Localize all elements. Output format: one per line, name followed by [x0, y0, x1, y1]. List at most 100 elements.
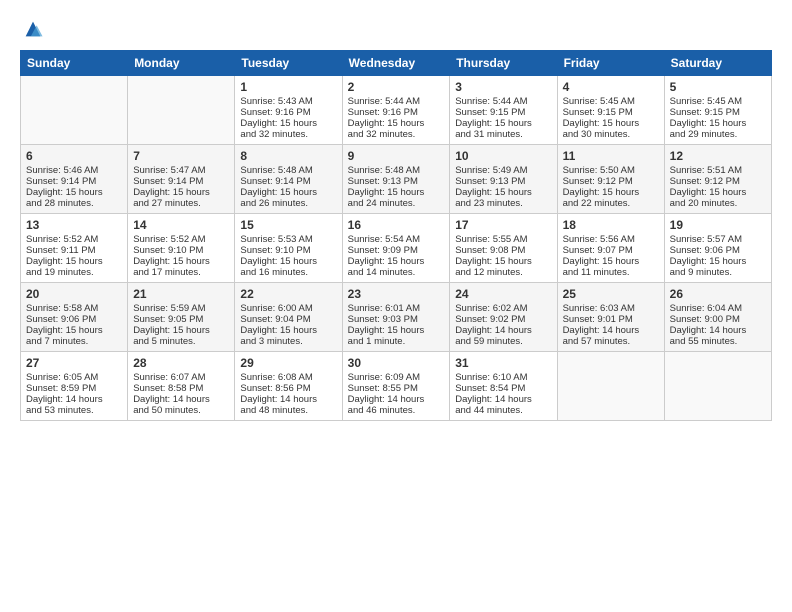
day-info: Daylight: 15 hours — [348, 118, 445, 129]
day-info: Sunrise: 6:10 AM — [455, 372, 551, 383]
day-info: Daylight: 15 hours — [455, 187, 551, 198]
day-number: 8 — [240, 149, 336, 163]
day-info: Sunset: 9:12 PM — [670, 176, 766, 187]
day-number: 6 — [26, 149, 122, 163]
day-cell: 13Sunrise: 5:52 AMSunset: 9:11 PMDayligh… — [21, 214, 128, 283]
day-cell: 27Sunrise: 6:05 AMSunset: 8:59 PMDayligh… — [21, 352, 128, 421]
day-info: and 44 minutes. — [455, 405, 551, 416]
day-info: Sunset: 9:14 PM — [133, 176, 229, 187]
day-cell — [557, 352, 664, 421]
day-info: Sunrise: 5:57 AM — [670, 234, 766, 245]
day-cell: 14Sunrise: 5:52 AMSunset: 9:10 PMDayligh… — [128, 214, 235, 283]
day-info: Sunrise: 5:48 AM — [348, 165, 445, 176]
day-cell: 5Sunrise: 5:45 AMSunset: 9:15 PMDaylight… — [664, 76, 771, 145]
day-number: 25 — [563, 287, 659, 301]
day-info: Sunrise: 6:00 AM — [240, 303, 336, 314]
day-info: Daylight: 15 hours — [26, 187, 122, 198]
day-info: Sunrise: 5:45 AM — [670, 96, 766, 107]
day-info: and 26 minutes. — [240, 198, 336, 209]
day-info: Sunset: 9:01 PM — [563, 314, 659, 325]
day-info: Sunrise: 5:58 AM — [26, 303, 122, 314]
day-cell: 10Sunrise: 5:49 AMSunset: 9:13 PMDayligh… — [450, 145, 557, 214]
day-number: 7 — [133, 149, 229, 163]
day-info: Sunrise: 5:59 AM — [133, 303, 229, 314]
day-number: 22 — [240, 287, 336, 301]
day-info: Sunset: 8:59 PM — [26, 383, 122, 394]
day-info: Sunset: 9:07 PM — [563, 245, 659, 256]
day-info: Daylight: 15 hours — [348, 256, 445, 267]
day-info: Daylight: 15 hours — [133, 187, 229, 198]
day-info: and 46 minutes. — [348, 405, 445, 416]
day-info: Sunset: 9:06 PM — [26, 314, 122, 325]
day-number: 15 — [240, 218, 336, 232]
day-info: Daylight: 15 hours — [670, 118, 766, 129]
day-cell: 3Sunrise: 5:44 AMSunset: 9:15 PMDaylight… — [450, 76, 557, 145]
day-info: Sunrise: 5:43 AM — [240, 96, 336, 107]
weekday-header-row: SundayMondayTuesdayWednesdayThursdayFrid… — [21, 51, 772, 76]
day-info: and 5 minutes. — [133, 336, 229, 347]
day-info: Sunrise: 5:52 AM — [26, 234, 122, 245]
day-number: 16 — [348, 218, 445, 232]
day-info: Daylight: 15 hours — [348, 325, 445, 336]
day-number: 19 — [670, 218, 766, 232]
day-info: and 30 minutes. — [563, 129, 659, 140]
day-info: Daylight: 15 hours — [240, 325, 336, 336]
day-info: Sunset: 9:16 PM — [240, 107, 336, 118]
day-cell: 4Sunrise: 5:45 AMSunset: 9:15 PMDaylight… — [557, 76, 664, 145]
day-cell: 19Sunrise: 5:57 AMSunset: 9:06 PMDayligh… — [664, 214, 771, 283]
day-cell: 24Sunrise: 6:02 AMSunset: 9:02 PMDayligh… — [450, 283, 557, 352]
day-info: and 29 minutes. — [670, 129, 766, 140]
week-row-4: 20Sunrise: 5:58 AMSunset: 9:06 PMDayligh… — [21, 283, 772, 352]
day-cell: 17Sunrise: 5:55 AMSunset: 9:08 PMDayligh… — [450, 214, 557, 283]
day-number: 4 — [563, 80, 659, 94]
day-info: Sunset: 9:09 PM — [348, 245, 445, 256]
day-info: and 3 minutes. — [240, 336, 336, 347]
day-info: Sunrise: 5:49 AM — [455, 165, 551, 176]
day-info: Daylight: 15 hours — [133, 256, 229, 267]
day-info: Sunset: 9:10 PM — [133, 245, 229, 256]
day-info: Sunset: 9:00 PM — [670, 314, 766, 325]
day-info: Daylight: 15 hours — [455, 118, 551, 129]
day-info: Daylight: 15 hours — [240, 256, 336, 267]
day-info: Daylight: 14 hours — [563, 325, 659, 336]
day-cell: 25Sunrise: 6:03 AMSunset: 9:01 PMDayligh… — [557, 283, 664, 352]
day-info: and 32 minutes. — [348, 129, 445, 140]
week-row-3: 13Sunrise: 5:52 AMSunset: 9:11 PMDayligh… — [21, 214, 772, 283]
day-info: Daylight: 15 hours — [455, 256, 551, 267]
day-cell: 22Sunrise: 6:00 AMSunset: 9:04 PMDayligh… — [235, 283, 342, 352]
day-info: Sunset: 8:58 PM — [133, 383, 229, 394]
day-cell: 26Sunrise: 6:04 AMSunset: 9:00 PMDayligh… — [664, 283, 771, 352]
day-cell: 23Sunrise: 6:01 AMSunset: 9:03 PMDayligh… — [342, 283, 450, 352]
day-cell: 16Sunrise: 5:54 AMSunset: 9:09 PMDayligh… — [342, 214, 450, 283]
day-number: 3 — [455, 80, 551, 94]
day-info: and 19 minutes. — [26, 267, 122, 278]
logo — [20, 18, 44, 40]
day-info: and 17 minutes. — [133, 267, 229, 278]
day-cell: 2Sunrise: 5:44 AMSunset: 9:16 PMDaylight… — [342, 76, 450, 145]
day-info: Sunrise: 5:44 AM — [455, 96, 551, 107]
day-info: and 12 minutes. — [455, 267, 551, 278]
day-info: and 20 minutes. — [670, 198, 766, 209]
weekday-wednesday: Wednesday — [342, 51, 450, 76]
day-number: 2 — [348, 80, 445, 94]
day-info: Sunrise: 6:04 AM — [670, 303, 766, 314]
day-number: 24 — [455, 287, 551, 301]
day-info: Sunrise: 5:52 AM — [133, 234, 229, 245]
day-info: Daylight: 15 hours — [563, 256, 659, 267]
day-cell: 8Sunrise: 5:48 AMSunset: 9:14 PMDaylight… — [235, 145, 342, 214]
week-row-5: 27Sunrise: 6:05 AMSunset: 8:59 PMDayligh… — [21, 352, 772, 421]
day-number: 12 — [670, 149, 766, 163]
weekday-tuesday: Tuesday — [235, 51, 342, 76]
day-cell: 11Sunrise: 5:50 AMSunset: 9:12 PMDayligh… — [557, 145, 664, 214]
day-number: 11 — [563, 149, 659, 163]
weekday-monday: Monday — [128, 51, 235, 76]
day-info: Daylight: 15 hours — [670, 256, 766, 267]
weekday-thursday: Thursday — [450, 51, 557, 76]
day-info: and 27 minutes. — [133, 198, 229, 209]
day-info: and 24 minutes. — [348, 198, 445, 209]
day-info: Daylight: 14 hours — [670, 325, 766, 336]
day-cell: 29Sunrise: 6:08 AMSunset: 8:56 PMDayligh… — [235, 352, 342, 421]
day-info: and 16 minutes. — [240, 267, 336, 278]
day-info: Daylight: 15 hours — [563, 118, 659, 129]
day-number: 23 — [348, 287, 445, 301]
